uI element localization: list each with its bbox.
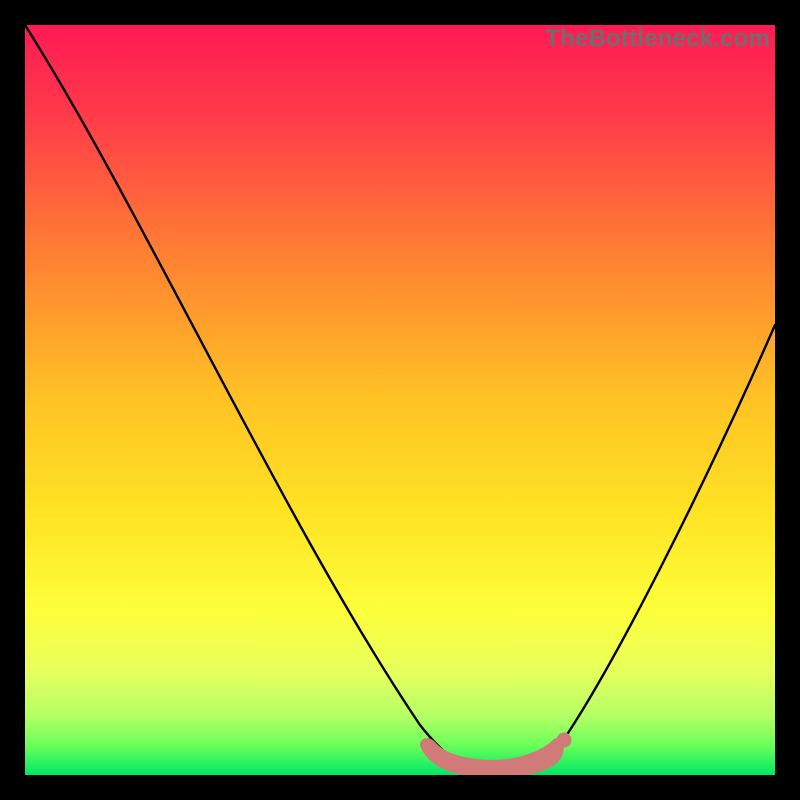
chart-stage: TheBottleneck.com xyxy=(0,0,800,800)
chart-svg xyxy=(25,25,775,775)
optimal-zone-end-dot xyxy=(557,733,572,748)
gradient-background xyxy=(25,25,775,775)
watermark-text: TheBottleneck.com xyxy=(545,25,770,53)
plot-area: TheBottleneck.com xyxy=(25,25,775,775)
